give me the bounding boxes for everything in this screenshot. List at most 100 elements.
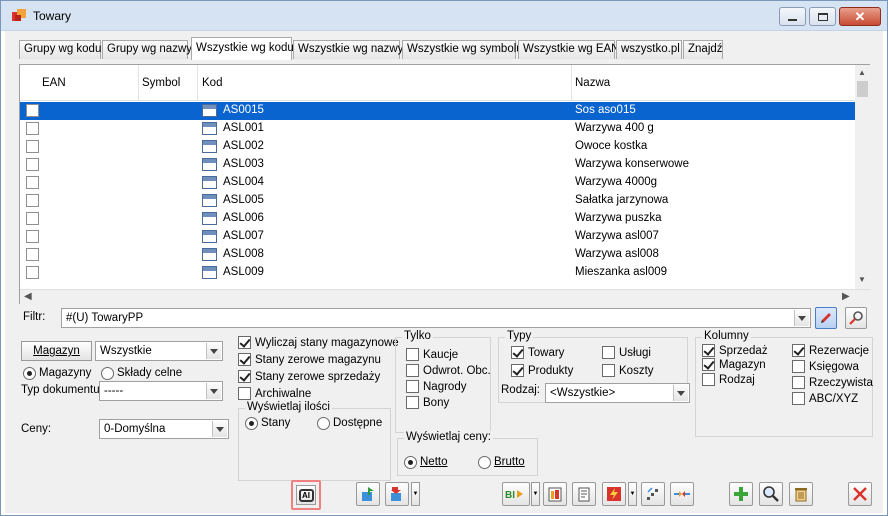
filter-edit-button[interactable] xyxy=(815,307,837,329)
chevron-down-icon[interactable] xyxy=(673,385,688,401)
stany-radio[interactable] xyxy=(245,417,258,430)
row-checkbox[interactable] xyxy=(26,266,39,279)
row-checkbox[interactable] xyxy=(26,212,39,225)
close-button[interactable] xyxy=(848,482,872,506)
table-row[interactable]: ASL009 Mieszanka asl009 xyxy=(20,264,855,282)
search-button[interactable] xyxy=(759,482,783,506)
magazyn-button[interactable]: Magazyn xyxy=(21,341,92,361)
sklady-celne-radio[interactable] xyxy=(101,367,114,380)
stany-zerowe-magazynu-checkbox[interactable] xyxy=(238,353,251,366)
chevron-down-icon[interactable] xyxy=(206,343,221,359)
import-dropdown[interactable]: ▼ xyxy=(411,482,420,506)
delete-button[interactable] xyxy=(789,482,813,506)
table-row[interactable]: ASL007 Warzywa asl007 xyxy=(20,228,855,246)
scroll-thumb[interactable] xyxy=(857,81,868,97)
maximize-button[interactable] xyxy=(809,7,836,26)
table-row[interactable]: ASL008 Warzywa asl008 xyxy=(20,246,855,264)
scroll-right-icon[interactable]: ▶ xyxy=(842,291,850,302)
row-checkbox[interactable] xyxy=(26,230,39,243)
column-header-symbol[interactable]: Symbol xyxy=(142,77,180,89)
row-checkbox[interactable] xyxy=(26,140,39,153)
table-row[interactable]: ASL005 Sałatka jarzynowa xyxy=(20,192,855,210)
ceny-combo[interactable]: 0-Domyślna xyxy=(99,419,229,439)
table-row[interactable]: ASL004 Warzywa 4000g xyxy=(20,174,855,192)
tab-wszystko-pl[interactable]: wszystko.pl xyxy=(616,40,682,59)
rezerwacje-checkbox[interactable] xyxy=(792,344,805,357)
scroll-up-icon[interactable]: ▲ xyxy=(858,68,866,77)
documents-button[interactable] xyxy=(572,482,596,506)
tab-grupy-wg-kodu[interactable]: Grupy wg kodu xyxy=(19,40,101,59)
magazyn-col-checkbox[interactable] xyxy=(702,358,715,371)
rodzaj-col-checkbox[interactable] xyxy=(702,373,715,386)
export-button[interactable] xyxy=(356,482,380,506)
column-header-ean[interactable]: EAN xyxy=(42,77,66,89)
bi-button[interactable]: BI xyxy=(502,482,530,506)
netto-radio[interactable] xyxy=(404,456,417,469)
row-checkbox[interactable] xyxy=(26,158,39,171)
bi-dropdown[interactable]: ▼ xyxy=(531,482,540,506)
tab-wszystkie-wg-kodu[interactable]: Wszystkie wg kodu xyxy=(191,37,294,60)
import-button[interactable] xyxy=(385,482,409,506)
chevron-down-icon[interactable] xyxy=(206,383,221,399)
bony-checkbox[interactable] xyxy=(406,396,419,409)
vertical-scrollbar[interactable]: ▲ ▼ xyxy=(855,65,870,289)
dostepne-radio[interactable] xyxy=(317,417,330,430)
horizontal-scrollbar[interactable]: ◀ ▶ xyxy=(20,289,870,304)
chevron-down-icon[interactable] xyxy=(794,310,809,326)
abc-xyz-checkbox[interactable] xyxy=(792,392,805,405)
row-checkbox[interactable] xyxy=(26,248,39,261)
export-icon xyxy=(362,487,374,501)
rzeczywista-checkbox[interactable] xyxy=(792,376,805,389)
close-window-button[interactable]: ✕ xyxy=(839,7,881,26)
table-row[interactable]: ASL003 Warzywa konserwowe xyxy=(20,156,855,174)
tab-wszystkie-wg-ean[interactable]: Wszystkie wg EAN xyxy=(518,40,620,59)
table-row[interactable]: ASL001 Warzywa 400 g xyxy=(20,120,855,138)
row-checkbox[interactable] xyxy=(26,176,39,189)
uslugi-checkbox[interactable] xyxy=(602,346,615,359)
link-button[interactable] xyxy=(670,482,694,506)
table-row[interactable]: AS0015 Sos aso015 xyxy=(20,102,855,120)
kaucje-checkbox[interactable] xyxy=(406,348,419,361)
tab-wszystkie-wg-symbolu[interactable]: Wszystkie wg symbolu xyxy=(402,40,523,59)
magazyny-radio[interactable] xyxy=(23,367,36,380)
add-button[interactable] xyxy=(729,482,753,506)
table-row[interactable]: ASL002 Owoce kostka xyxy=(20,138,855,156)
wyliczaj-stany-checkbox[interactable] xyxy=(238,336,251,349)
ksiegowa-checkbox[interactable] xyxy=(792,360,805,373)
column-header-nazwa[interactable]: Nazwa xyxy=(575,77,610,89)
ai-button[interactable]: AI xyxy=(291,480,321,510)
towary-checkbox[interactable] xyxy=(511,346,524,359)
sort-button[interactable] xyxy=(641,482,665,506)
lightning-button[interactable] xyxy=(602,482,626,506)
tab-grupy-wg-nazwy[interactable]: Grupy wg nazwy xyxy=(102,40,192,59)
archiwalne-checkbox[interactable] xyxy=(238,387,251,400)
nagrody-checkbox[interactable] xyxy=(406,380,419,393)
scroll-left-icon[interactable]: ◀ xyxy=(24,291,32,302)
tab-znajdz[interactable]: Znajdź xyxy=(683,40,723,59)
lightning-dropdown[interactable]: ▼ xyxy=(628,482,637,506)
brutto-radio[interactable] xyxy=(478,456,491,469)
column-header-kod[interactable]: Kod xyxy=(202,77,222,89)
title-bar[interactable]: Towary ✕ xyxy=(1,1,887,31)
minimize-button[interactable] xyxy=(779,7,806,26)
filter-combo[interactable]: #(U) TowaryPP xyxy=(61,308,811,328)
filter-advanced-button[interactable] xyxy=(845,307,867,329)
magazyn-combo[interactable]: Wszystkie xyxy=(95,341,223,361)
rodzaj-combo[interactable]: <Wszystkie> xyxy=(545,383,690,403)
row-checkbox[interactable] xyxy=(26,194,39,207)
row-checkbox[interactable] xyxy=(26,122,39,135)
report-button[interactable] xyxy=(543,482,567,506)
odwrot-obc-checkbox[interactable] xyxy=(406,364,419,377)
chevron-down-icon[interactable] xyxy=(212,421,227,437)
row-checkbox[interactable] xyxy=(26,104,39,117)
produkty-checkbox[interactable] xyxy=(511,364,524,377)
typ-dokumentu-combo[interactable]: ----- xyxy=(99,381,223,401)
koszty-checkbox[interactable] xyxy=(602,364,615,377)
towary-grid[interactable]: EAN Symbol Kod Nazwa AS0015 Sos aso015 AS… xyxy=(19,64,870,304)
stany-zerowe-sprzedazy-checkbox[interactable] xyxy=(238,370,251,383)
scroll-down-icon[interactable]: ▼ xyxy=(858,275,866,284)
tab-wszystkie-wg-nazwy[interactable]: Wszystkie wg nazwy xyxy=(293,40,403,59)
towar-icon xyxy=(202,266,217,279)
sprzedaz-checkbox[interactable] xyxy=(702,344,715,357)
table-row[interactable]: ASL006 Warzywa puszka xyxy=(20,210,855,228)
